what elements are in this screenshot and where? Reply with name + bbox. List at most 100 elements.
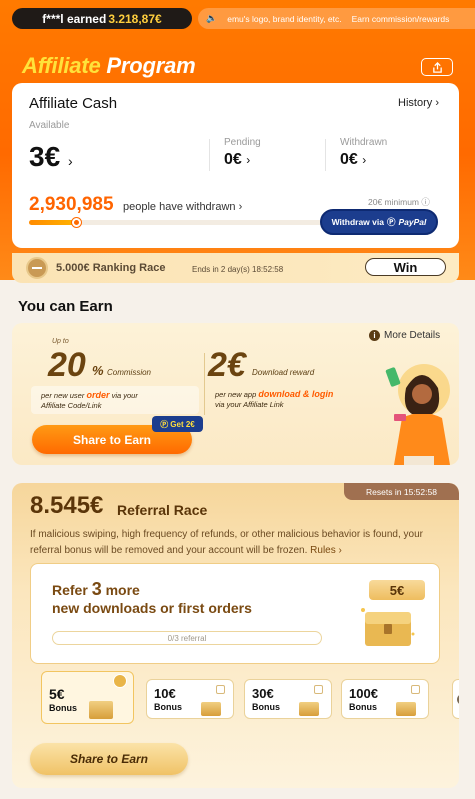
ranking-race-label: 5.000€ Ranking Race (56, 262, 166, 274)
history-link[interactable]: History › (398, 97, 439, 109)
ranking-race-ends: Ends in 2 day(s) 18:52:58 (192, 265, 284, 274)
refer-subheading: new downloads or first orders (52, 600, 252, 616)
commission-label: Commission (107, 368, 152, 377)
divider (325, 139, 326, 171)
bonus-tiers: 5€ Bonus 10€ Bonus 30€ Bonus 100€ Bonus … (41, 671, 459, 724)
history-label: History (398, 97, 433, 109)
refer-count: 3 (91, 579, 102, 599)
refer-post: more (105, 582, 140, 598)
race-warning-text: If malicious swiping, high frequency of … (30, 529, 423, 556)
bonus-scroll-more[interactable]: » (452, 679, 459, 719)
ranking-race-bar[interactable]: 5.000€ Ranking Race Ends in 2 day(s) 18:… (12, 253, 459, 283)
pending-value[interactable]: 0€ › (224, 151, 250, 169)
bonus-value: 10€ (154, 686, 176, 701)
withdrawn-people-count: 2,930,985 (29, 194, 114, 215)
chevron-right-icon: » (456, 693, 459, 705)
bonus-tier[interactable]: 10€ Bonus (146, 679, 234, 719)
more-details-link[interactable]: i More Details (369, 330, 440, 341)
lock-icon (216, 685, 225, 694)
earn-heading: You can Earn (18, 298, 113, 315)
earn-card: i More Details Up to 20 % Commission per… (12, 323, 459, 465)
race-warning: If malicious swiping, high frequency of … (30, 527, 444, 559)
withdraw-progress-knob (72, 218, 82, 227)
cash-title: Affiliate Cash (29, 95, 118, 112)
ticker-message-1: emu's logo, brand identity, etc. (227, 13, 342, 24)
refer-progress-box: Refer 3 more new downloads or first orde… (30, 563, 440, 664)
minimum-text: 20€ minimum (368, 197, 420, 207)
upto-label: Up to (52, 338, 69, 345)
lock-icon (411, 685, 420, 694)
bonus-tier[interactable]: 30€ Bonus (244, 679, 332, 719)
ticker-message-2: Earn commission/rewards (351, 13, 450, 24)
treasure-chest-icon (201, 702, 221, 716)
chevron-right-icon: › (67, 153, 73, 169)
info-icon[interactable]: ⓘ (421, 197, 430, 207)
race-title: Referral Race (117, 502, 208, 518)
chevron-right-icon: › (246, 153, 251, 167)
bonus-label: Bonus (349, 702, 377, 712)
resets-timer: Resets in 15:52:58 (344, 483, 459, 500)
bonus-tier[interactable]: 100€ Bonus (341, 679, 429, 719)
commission-sub-highlight: order (86, 390, 110, 400)
available-amount: 3€ (29, 141, 61, 172)
bonus-label: Bonus (252, 702, 280, 712)
divider (209, 139, 210, 171)
withdrawn-people-link[interactable]: people have withdrawn › (123, 201, 242, 213)
download-description: per new app download & login via your Af… (215, 389, 333, 410)
withdraw-progress-bar (29, 218, 325, 227)
bonus-tier[interactable]: 5€ Bonus (41, 671, 134, 724)
treasure-chest-icon (299, 702, 319, 716)
paypal-icon: Ⓟ (386, 217, 396, 227)
pending-label: Pending (224, 137, 261, 148)
withdrawn-value[interactable]: 0€ › (340, 151, 366, 169)
treasure-chest-icon (396, 702, 416, 716)
get-reward-text: Get 2€ (170, 419, 195, 429)
win-button[interactable]: Win (365, 258, 446, 276)
share-icon (432, 61, 442, 73)
bonus-value: 30€ (252, 686, 274, 701)
referral-progress-text: 0/3 referral (167, 633, 207, 643)
download-sub-highlight: download & login (258, 389, 334, 399)
treasure-chest-icon (89, 701, 113, 719)
page-title-part2: Program (106, 53, 196, 78)
pending-amount: 0€ (224, 151, 242, 168)
rules-link[interactable]: Rules › (310, 545, 342, 556)
bonus-value: 100€ (349, 686, 378, 701)
earned-ticker: f***l earned 3.218,87€ (12, 8, 192, 29)
withdraw-progress-fill (29, 220, 77, 225)
woman-with-money-illustration (385, 364, 450, 465)
minimum-note: 20€ minimum ⓘ (368, 196, 430, 208)
download-reward-value: 2€ (208, 346, 246, 384)
chevron-right-icon: › (435, 97, 439, 109)
info-icon: i (369, 330, 380, 341)
referral-race-card: Resets in 15:52:58 8.545€ Referral Race … (12, 483, 459, 788)
withdrawn-amount: 0€ (340, 151, 358, 168)
bonus-label: Bonus (49, 703, 77, 713)
medal-icon (26, 257, 48, 279)
chevron-right-icon: › (238, 201, 243, 213)
affiliate-cash-card: Affiliate Cash History › Available 3€ › … (12, 83, 459, 248)
download-reward-label: Download reward (252, 368, 315, 377)
referral-progress-bar: 0/3 referral (52, 631, 322, 645)
withdraw-paypal-label: Withdraw via (331, 217, 384, 227)
bonus-label: Bonus (154, 702, 182, 712)
download-sub-pre: per new app (215, 390, 257, 399)
available-value[interactable]: 3€ › (29, 141, 73, 173)
refer-heading: Refer 3 more (52, 579, 140, 600)
download-sub-line2: via your Affiliate Link (215, 400, 284, 410)
commission-description: per new user order via your Affiliate Co… (31, 386, 199, 414)
commission-sub-post: via your (111, 391, 138, 400)
treasure-chest-icon (361, 608, 415, 646)
commission-sub-line2: Affiliate Code/Link (41, 401, 102, 411)
withdrawn-people-text: people have withdrawn (123, 201, 236, 213)
page-title-part1: Affiliate (22, 53, 101, 78)
share-page-button[interactable] (421, 58, 453, 76)
more-details-label: More Details (384, 330, 441, 341)
speaker-icon: 🔈 (206, 13, 218, 23)
chevron-right-icon: › (362, 153, 367, 167)
share-to-earn-button[interactable]: Share to Earn (30, 743, 188, 775)
race-amount: 8.545€ (30, 492, 104, 519)
next-reward-value: 5€ (369, 580, 425, 600)
withdraw-paypal-button[interactable]: Withdraw via Ⓟ PayPal (320, 209, 438, 235)
divider (204, 353, 205, 415)
